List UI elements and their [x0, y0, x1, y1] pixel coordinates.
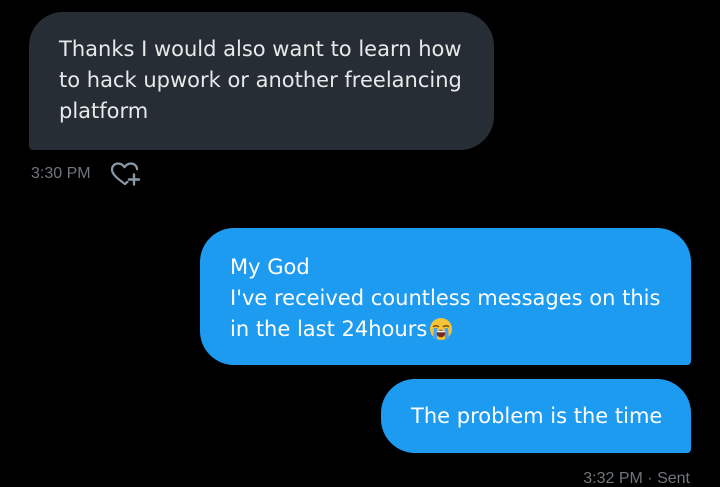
received-message-bubble[interactable]: Thanks I would also want to learn how to…: [29, 12, 494, 150]
sent-message-bubble[interactable]: The problem is the time: [381, 379, 691, 453]
add-reaction-button[interactable]: [109, 160, 141, 188]
received-message-time: 3:30 PM: [31, 165, 91, 182]
sent-message-bubble[interactable]: My God I've received countless messages …: [200, 228, 691, 365]
received-message-text: Thanks I would also want to learn how to…: [59, 37, 462, 123]
loudly-crying-face-emoji: [430, 318, 453, 340]
sent-message-status: 3:32 PM · Sent: [583, 470, 690, 487]
sent-message-text: The problem is the time: [411, 404, 663, 428]
dm-conversation: Thanks I would also want to learn how to…: [0, 0, 720, 487]
heart-plus-icon: [110, 162, 141, 186]
